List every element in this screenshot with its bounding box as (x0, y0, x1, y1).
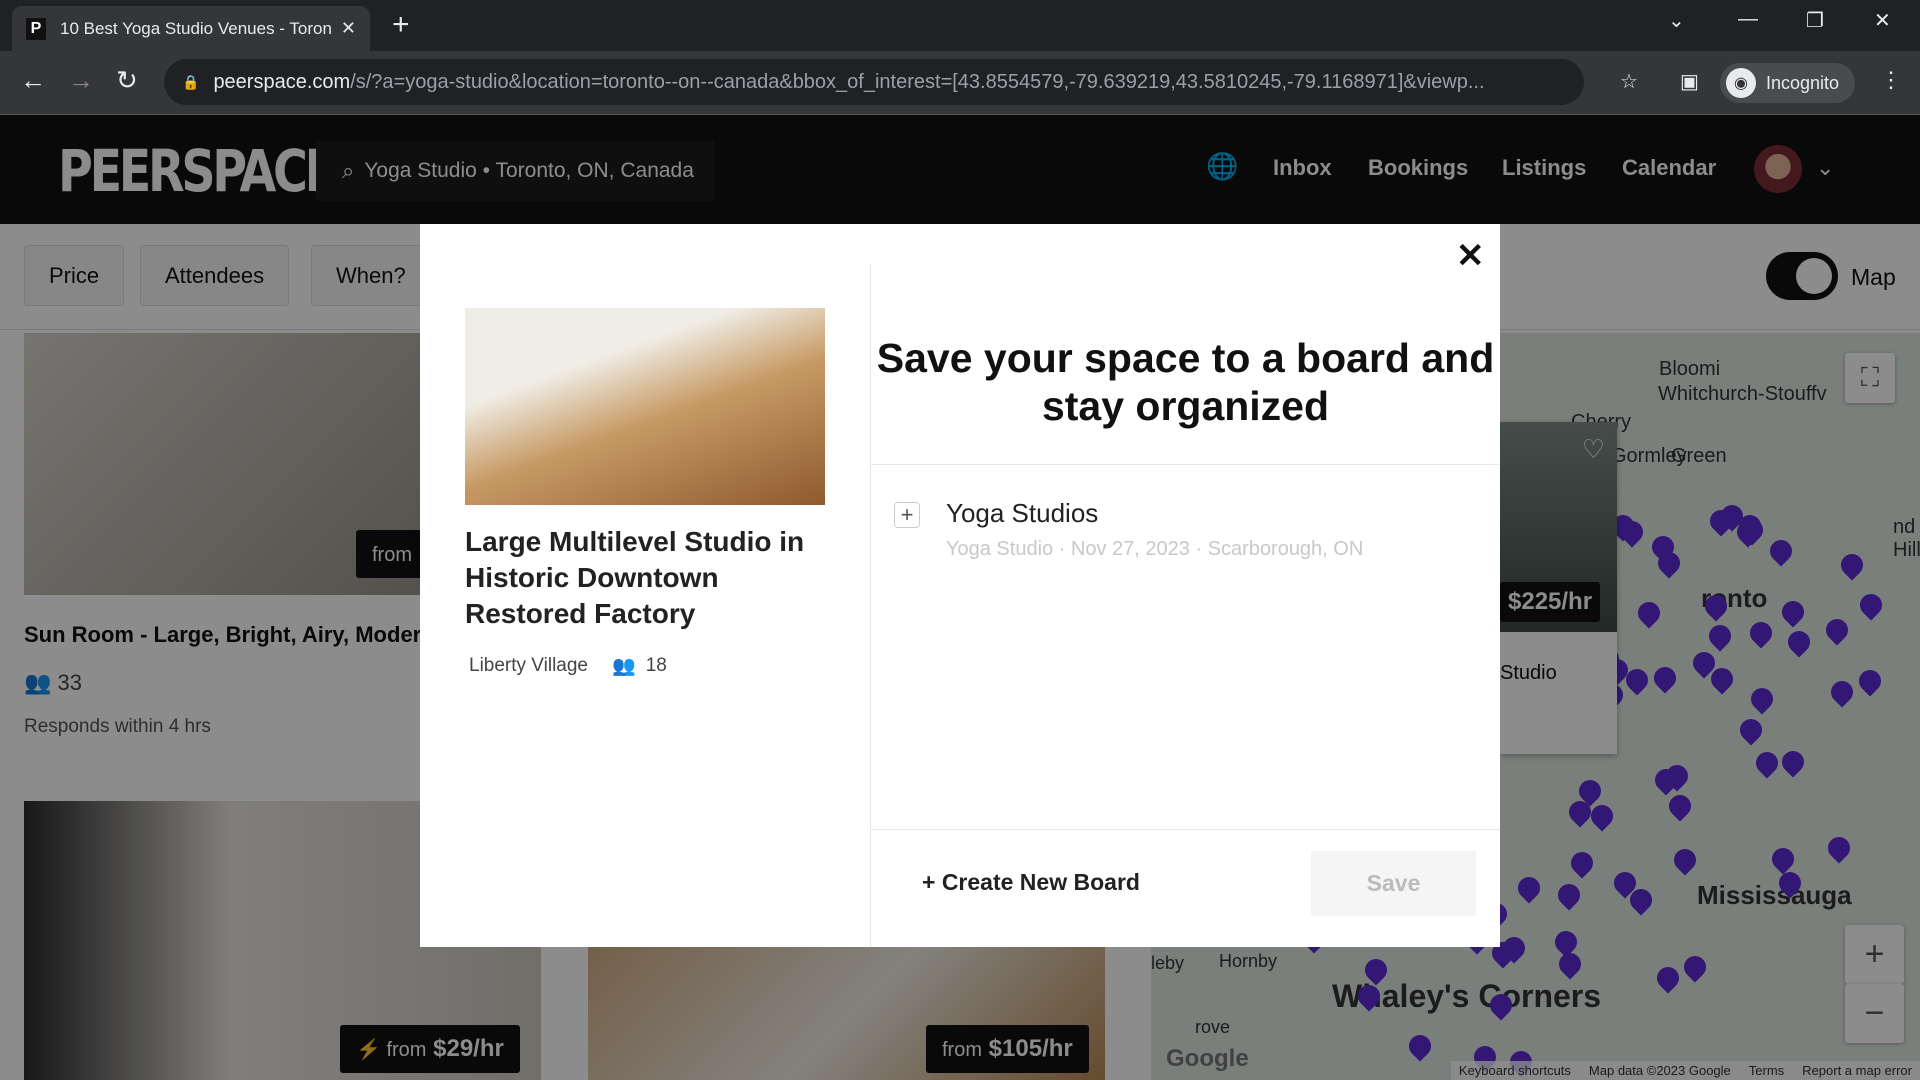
url-host: peerspace.com (213, 70, 351, 93)
save-button[interactable]: Save (1311, 851, 1476, 916)
minimize-icon[interactable]: — (1738, 8, 1758, 31)
url-field[interactable]: 🔒 peerspace.com/s/?a=yoga-studio&locatio… (164, 59, 1584, 105)
space-meta: Liberty Village 👥 18 (469, 654, 667, 678)
divider (871, 464, 1500, 465)
forward-icon[interactable]: → (68, 65, 94, 96)
restore-icon[interactable]: ❐ (1806, 8, 1824, 33)
incognito-badge[interactable]: ◉ Incognito (1720, 63, 1856, 103)
star-icon[interactable]: ☆ (1620, 69, 1638, 94)
board-meta: Yoga Studio · Nov 27, 2023 · Scarborough… (946, 538, 1364, 560)
people-icon: 👥 (612, 656, 636, 677)
create-new-board-button[interactable]: + Create New Board (922, 869, 1140, 896)
back-icon[interactable]: ← (20, 65, 46, 96)
close-icon[interactable]: ✕ (1456, 236, 1485, 276)
tab-title: 10 Best Yoga Studio Venues - Toronto (60, 18, 331, 38)
space-image (465, 308, 825, 505)
board-name: Yoga Studios (946, 498, 1099, 528)
address-bar-row: ← → ↻ 🔒 peerspace.com/s/?a=yoga-studio&l… (0, 51, 1920, 115)
new-tab-icon[interactable]: + (392, 8, 410, 42)
space-title: Large Multilevel Studio in Historic Down… (465, 526, 805, 629)
browser-tab[interactable]: P 10 Best Yoga Studio Venues - Toronto ✕ (12, 6, 370, 51)
sidepanel-icon[interactable]: ▣ (1680, 69, 1699, 94)
profile-label: Incognito (1766, 72, 1840, 93)
close-tab-icon[interactable]: ✕ (341, 18, 356, 39)
reload-icon[interactable]: ↻ (116, 65, 138, 96)
save-to-board-modal: Large Multilevel Studio in Historic Down… (420, 224, 1500, 947)
divider (871, 829, 1500, 830)
tab-search-icon[interactable]: ⌄ (1668, 8, 1685, 33)
browser-tab-bar: P 10 Best Yoga Studio Venues - Toronto ✕… (0, 0, 1920, 51)
incognito-icon: ◉ (1726, 68, 1756, 98)
peerspace-favicon: P (26, 17, 46, 40)
modal-title: Save your space to a board and stay orga… (876, 335, 1495, 429)
url-path: /s/?a=yoga-studio&location=toronto--on--… (350, 70, 1485, 93)
plus-icon[interactable]: + (894, 502, 920, 528)
space-capacity: 18 (645, 655, 667, 676)
close-window-icon[interactable]: ✕ (1874, 8, 1891, 33)
lock-icon: 🔒 (182, 73, 200, 90)
space-location: Liberty Village (469, 655, 589, 676)
menu-icon[interactable]: ⋮ (1880, 67, 1902, 93)
